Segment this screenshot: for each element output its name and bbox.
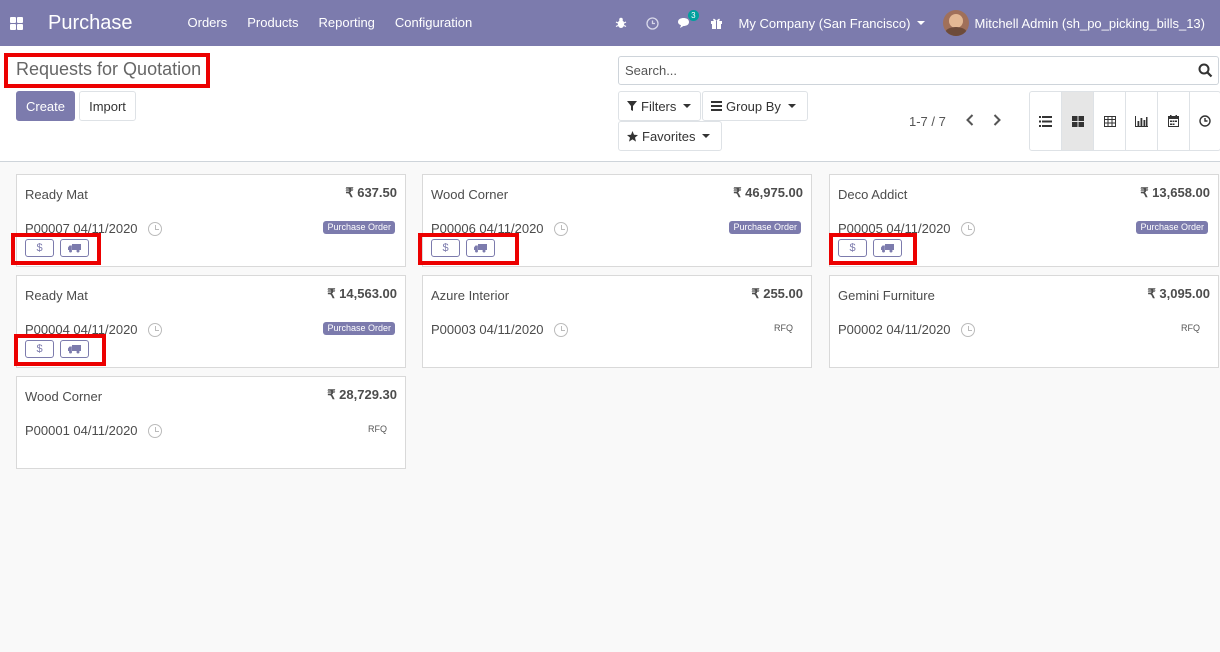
card-partner: Wood Corner xyxy=(25,389,103,404)
graph-view-icon[interactable] xyxy=(1126,92,1158,150)
navbar-systray: 3 My Company (San Francisco) Mitchell Ad… xyxy=(605,0,1220,46)
search-icon[interactable] xyxy=(1198,63,1213,81)
kanban-card[interactable]: Wood Corner ₹ 28,729.30 P00001 04/11/202… xyxy=(16,376,406,469)
status-badge: Purchase Order xyxy=(1136,221,1208,234)
kanban-card[interactable]: Gemini Furniture ₹ 3,095.00 P00002 04/11… xyxy=(829,275,1219,368)
company-switcher[interactable]: My Company (San Francisco) xyxy=(739,16,926,31)
activity-clock-icon[interactable] xyxy=(637,0,669,46)
card-amount: ₹ 255.00 xyxy=(751,286,803,301)
menu-orders[interactable]: Orders xyxy=(178,0,238,46)
top-navbar: Purchase Orders Products Reporting Confi… xyxy=(0,0,1220,46)
card-amount: ₹ 46,975.00 xyxy=(733,185,803,200)
filters-dropdown[interactable]: Filters xyxy=(618,91,701,121)
chevron-right-icon[interactable] xyxy=(987,110,1007,130)
card-amount: ₹ 3,095.00 xyxy=(1147,286,1211,301)
status-badge: Purchase Order xyxy=(323,322,395,335)
chevron-left-icon[interactable] xyxy=(960,110,980,130)
activity-clock-icon[interactable] xyxy=(148,222,162,236)
search-bar xyxy=(618,56,1219,85)
list-view-icon[interactable] xyxy=(1030,92,1062,150)
card-amount: ₹ 637.50 xyxy=(345,185,397,200)
gift-icon[interactable] xyxy=(701,0,733,46)
calendar-view-icon[interactable] xyxy=(1158,92,1190,150)
group-by-dropdown[interactable]: Group By xyxy=(702,91,808,121)
pager-value[interactable]: 1-7 / 7 xyxy=(909,114,946,129)
star-icon xyxy=(627,130,638,142)
card-partner: Ready Mat xyxy=(25,187,88,202)
bug-icon[interactable] xyxy=(605,0,637,46)
status-badge: RFQ xyxy=(774,323,793,333)
highlight-box-buttons xyxy=(418,233,519,265)
highlight-box-buttons xyxy=(14,334,106,366)
view-switcher xyxy=(1029,91,1220,151)
chevron-down-icon xyxy=(787,104,796,108)
messages-icon[interactable]: 3 xyxy=(669,0,701,46)
status-badge: Purchase Order xyxy=(729,221,801,234)
card-reference: P00002 04/11/2020 xyxy=(838,322,951,337)
card-partner: Deco Addict xyxy=(838,187,908,202)
user-menu[interactable]: Mitchell Admin (sh_po_picking_bills_13) xyxy=(943,10,1205,36)
card-partner: Azure Interior xyxy=(431,288,510,303)
menu-products[interactable]: Products xyxy=(237,0,308,46)
card-amount: ₹ 13,658.00 xyxy=(1140,185,1210,200)
status-badge: RFQ xyxy=(368,424,387,434)
card-partner: Gemini Furniture xyxy=(838,288,935,303)
messages-badge: 3 xyxy=(688,10,699,21)
status-badge: Purchase Order xyxy=(323,221,395,234)
chevron-down-icon xyxy=(702,134,711,138)
chevron-down-icon xyxy=(917,21,926,25)
filters-label: Filters xyxy=(641,98,677,114)
menu-configuration[interactable]: Configuration xyxy=(385,0,482,46)
highlight-box-title xyxy=(4,53,210,88)
card-amount: ₹ 28,729.30 xyxy=(327,387,397,402)
main-menu: Orders Products Reporting Configuration xyxy=(178,0,483,46)
card-partner: Ready Mat xyxy=(25,288,88,303)
activity-clock-icon[interactable] xyxy=(554,222,568,236)
status-badge: RFQ xyxy=(1181,323,1200,333)
filter-icon xyxy=(627,101,637,111)
group-by-label: Group By xyxy=(726,98,781,114)
highlight-box-buttons xyxy=(11,233,101,265)
avatar xyxy=(943,10,970,36)
create-button[interactable]: Create xyxy=(16,91,75,121)
card-reference: P00001 04/11/2020 xyxy=(25,423,138,438)
control-panel: Requests for Quotation Create Import Fil… xyxy=(0,46,1220,162)
activity-clock-icon[interactable] xyxy=(961,222,975,236)
bars-icon xyxy=(711,101,722,111)
app-title: Purchase xyxy=(48,11,133,34)
kanban-view-icon[interactable] xyxy=(1062,92,1094,150)
chevron-down-icon xyxy=(683,104,692,108)
pivot-view-icon[interactable] xyxy=(1094,92,1126,150)
favorites-label: Favorites xyxy=(642,128,696,144)
apps-menu-icon[interactable] xyxy=(0,0,32,46)
activity-clock-icon[interactable] xyxy=(148,323,162,337)
user-name: Mitchell Admin (sh_po_picking_bills_13) xyxy=(974,15,1205,31)
card-reference: P00003 04/11/2020 xyxy=(431,322,544,337)
activity-clock-icon[interactable] xyxy=(961,323,975,337)
highlight-box-buttons xyxy=(829,233,917,265)
kanban-card[interactable]: Azure Interior ₹ 255.00 P00003 04/11/202… xyxy=(422,275,812,368)
card-amount: ₹ 14,563.00 xyxy=(327,286,397,301)
activity-view-icon[interactable] xyxy=(1190,92,1220,150)
favorites-dropdown[interactable]: Favorites xyxy=(618,121,722,151)
search-input[interactable] xyxy=(619,57,1189,84)
import-button[interactable]: Import xyxy=(79,91,136,121)
activity-clock-icon[interactable] xyxy=(554,323,568,337)
menu-reporting[interactable]: Reporting xyxy=(309,0,385,46)
company-name: My Company (San Francisco) xyxy=(738,15,911,31)
activity-clock-icon[interactable] xyxy=(148,424,162,438)
card-partner: Wood Corner xyxy=(431,187,509,202)
